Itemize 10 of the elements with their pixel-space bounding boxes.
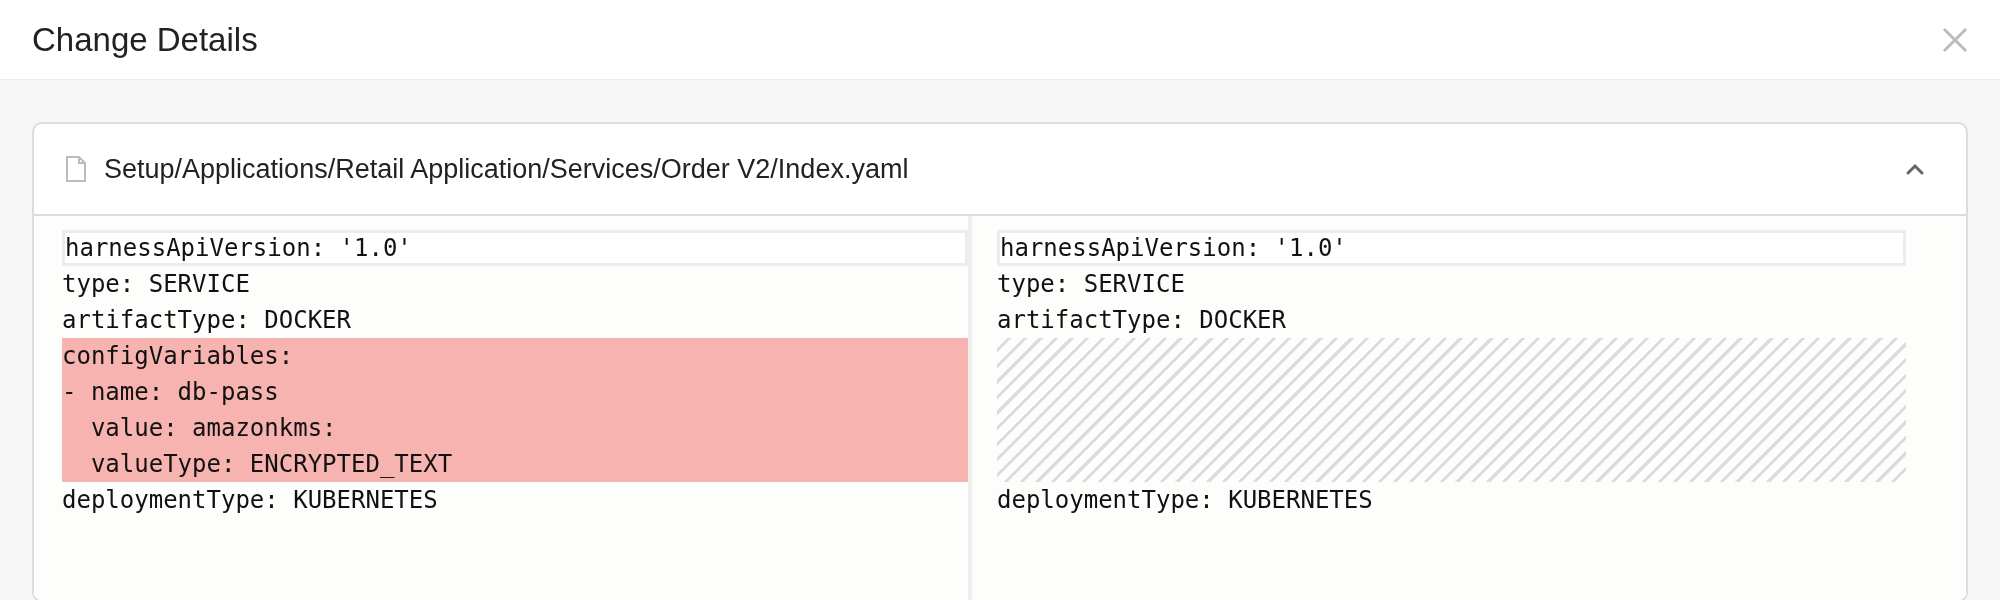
code-line: artifactType: DOCKER xyxy=(997,305,1287,336)
code-line: deploymentType: KUBERNETES xyxy=(62,485,439,516)
dialog-title: Change Details xyxy=(32,20,258,59)
code-line: artifactType: DOCKER xyxy=(62,305,352,336)
file-path: Setup/Applications/Retail Application/Services/Order V2/Index.yaml xyxy=(104,153,910,185)
code-line: deploymentType: KUBERNETES xyxy=(997,485,1374,516)
collapse-button[interactable] xyxy=(1904,162,1926,176)
file-icon xyxy=(66,156,86,182)
code-line: type: SERVICE xyxy=(62,269,251,300)
code-line: type: SERVICE xyxy=(997,269,1186,300)
